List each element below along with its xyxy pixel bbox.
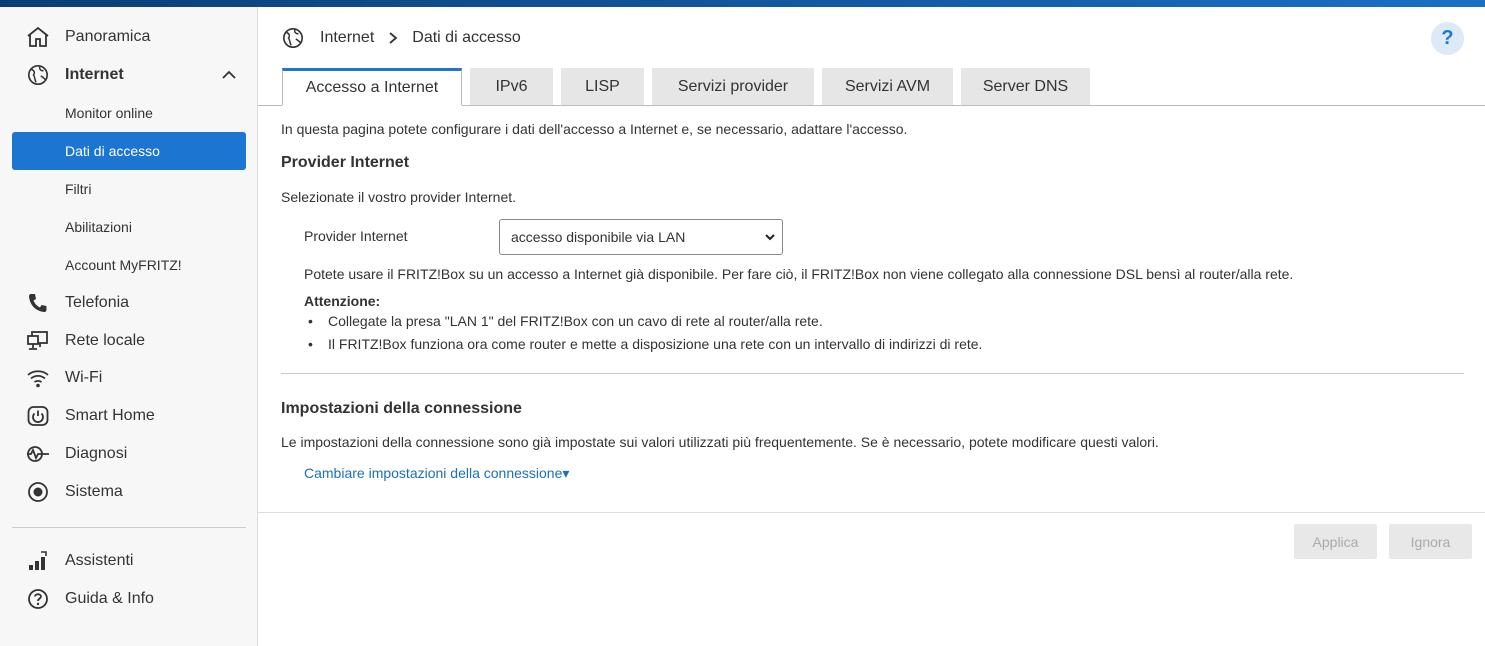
sidebar-item-diagnosi[interactable]: Diagnosi bbox=[12, 436, 246, 472]
system-icon bbox=[28, 482, 48, 502]
power-icon bbox=[27, 406, 49, 426]
sidebar-item-label: Sistema bbox=[65, 483, 123, 500]
sidebar-subitem-dati-di-accesso[interactable]: Dati di accesso bbox=[12, 132, 246, 170]
sidebar-subitem-label: Filtri bbox=[65, 181, 92, 197]
provider-heading: Provider Internet bbox=[281, 154, 410, 171]
footer-divider bbox=[258, 512, 1485, 513]
sidebar-item-label: Rete locale bbox=[65, 332, 146, 349]
chevron-up-icon[interactable] bbox=[220, 66, 238, 84]
change-connection-settings-link[interactable]: Cambiare impostazioni della connessione▾ bbox=[304, 465, 569, 482]
sidebar-divider bbox=[12, 527, 246, 528]
attention-label: Attenzione: bbox=[304, 293, 381, 309]
provider-label: Provider Internet bbox=[304, 228, 408, 244]
help-circle-icon bbox=[28, 589, 48, 609]
tab-accesso-a-internet[interactable]: Accesso a Internet bbox=[282, 68, 462, 106]
sidebar-subitem-label: Abilitazioni bbox=[65, 219, 132, 235]
sidebar-item-label: Guida & Info bbox=[65, 590, 154, 607]
tab-servizi-avm[interactable]: Servizi AVM bbox=[822, 68, 953, 105]
sidebar-subitem-account-myfritz[interactable]: Account MyFRITZ! bbox=[12, 246, 246, 284]
sidebar-item-label: Diagnosi bbox=[65, 445, 128, 462]
sidebar-item-label: Wi-Fi bbox=[65, 369, 103, 386]
tab-server-dns[interactable]: Server DNS bbox=[961, 68, 1090, 105]
sidebar-item-panoramica[interactable]: Panoramica bbox=[12, 19, 246, 55]
sidebar-item-rete-locale[interactable]: Rete locale bbox=[12, 323, 246, 359]
sidebar-item-assistenti[interactable]: Assistenti bbox=[12, 543, 246, 579]
provider-prompt: Selezionate il vostro provider Internet. bbox=[281, 189, 517, 205]
sidebar-item-smart-home[interactable]: Smart Home bbox=[12, 398, 246, 434]
wifi-icon bbox=[27, 370, 49, 388]
tab-bar: Accesso a Internet IPv6 LISP Servizi pro… bbox=[258, 68, 1485, 106]
network-icon bbox=[27, 331, 48, 350]
home-icon bbox=[27, 26, 49, 47]
sidebar-item-label: Assistenti bbox=[65, 552, 134, 569]
globe-icon bbox=[28, 65, 48, 85]
chevron-right-icon bbox=[389, 32, 398, 44]
breadcrumb-page: Dati di accesso bbox=[412, 29, 521, 46]
sidebar-subitem-filtri[interactable]: Filtri bbox=[12, 170, 246, 208]
sidebar-subitem-monitor-online[interactable]: Monitor online bbox=[12, 94, 246, 132]
sidebar-item-guida-info[interactable]: Guida & Info bbox=[12, 581, 246, 617]
chevron-down-icon bbox=[765, 234, 775, 241]
sidebar-item-label: Telefonia bbox=[65, 294, 130, 311]
main-content: Internet Dati di accesso ? Accesso a Int… bbox=[258, 7, 1485, 646]
sidebar-item-label: Smart Home bbox=[65, 407, 155, 424]
sidebar-item-sistema[interactable]: Sistema bbox=[12, 474, 246, 510]
tab-servizi-provider[interactable]: Servizi provider bbox=[652, 68, 814, 105]
sidebar-subitem-label: Dati di accesso bbox=[65, 143, 160, 159]
sidebar-subitem-label: Monitor online bbox=[65, 105, 153, 121]
tab-ipv6[interactable]: IPv6 bbox=[470, 68, 553, 105]
sidebar-subitem-label: Account MyFRITZ! bbox=[65, 257, 182, 273]
tab-lisp[interactable]: LISP bbox=[561, 68, 644, 105]
sidebar: Panoramica Internet Monitor online Dati … bbox=[0, 7, 258, 646]
breadcrumb-section[interactable]: Internet bbox=[320, 29, 374, 47]
breadcrumb: Internet Dati di accesso bbox=[282, 25, 521, 51]
provider-select[interactable]: accesso disponibile via LAN bbox=[499, 219, 783, 255]
assistant-icon bbox=[29, 551, 47, 570]
sidebar-item-wifi[interactable]: Wi-Fi bbox=[12, 360, 246, 396]
apply-button[interactable]: Applica bbox=[1294, 524, 1377, 559]
section-divider bbox=[281, 373, 1464, 374]
connection-description: Le impostazioni della connessione sono g… bbox=[281, 434, 1159, 450]
attention-item: Il FRITZ!Box funziona ora come router e … bbox=[308, 336, 982, 352]
globe-icon bbox=[283, 28, 303, 48]
help-button[interactable]: ? bbox=[1431, 22, 1464, 55]
phone-icon bbox=[29, 294, 47, 312]
connection-heading: Impostazioni della connessione bbox=[281, 400, 522, 417]
sidebar-item-label: Internet bbox=[65, 66, 124, 83]
sidebar-item-telefonia[interactable]: Telefonia bbox=[12, 285, 246, 321]
sidebar-subitem-abilitazioni[interactable]: Abilitazioni bbox=[12, 208, 246, 246]
ignore-button[interactable]: Ignora bbox=[1389, 524, 1472, 559]
provider-description: Potete usare il FRITZ!Box su un accesso … bbox=[304, 266, 1294, 282]
top-accent-bar bbox=[0, 0, 1485, 7]
provider-select-value: accesso disponibile via LAN bbox=[511, 229, 686, 245]
diagnostics-icon bbox=[27, 446, 49, 462]
attention-item: Collegate la presa "LAN 1" del FRITZ!Box… bbox=[308, 313, 823, 329]
intro-text: In questa pagina potete configurare i da… bbox=[281, 121, 908, 137]
sidebar-item-label: Panoramica bbox=[65, 28, 151, 45]
sidebar-item-internet[interactable]: Internet bbox=[12, 57, 246, 93]
